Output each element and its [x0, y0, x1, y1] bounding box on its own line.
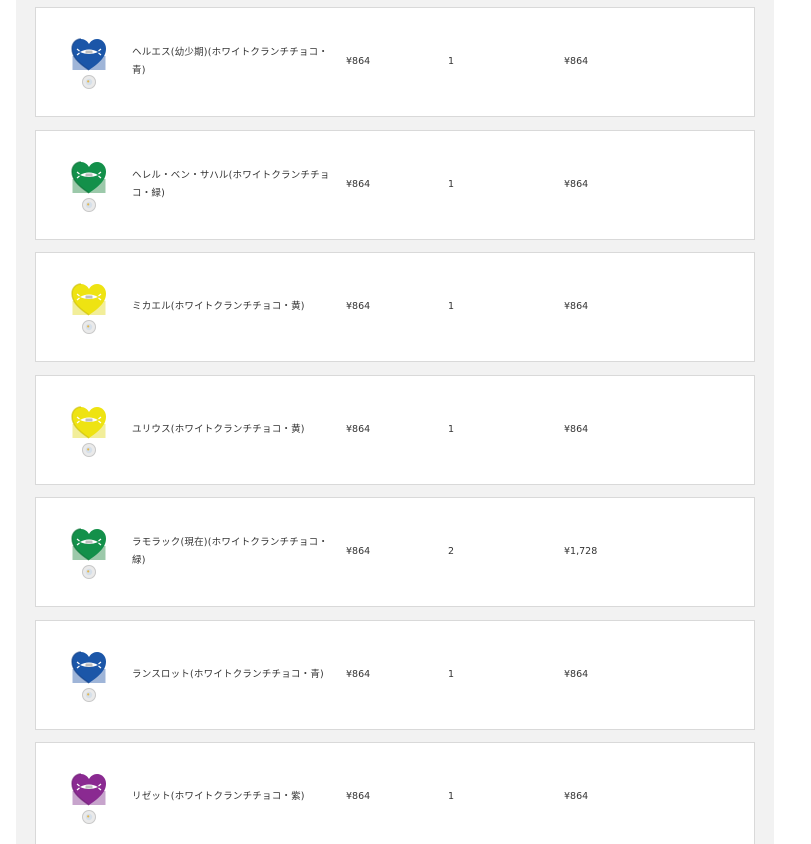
product-thumbnail[interactable] [71, 405, 107, 458]
unit-price: ¥864 [346, 301, 371, 312]
product-thumbnail[interactable] [71, 283, 107, 335]
heart-chocolate-icon [71, 160, 106, 212]
product-thumbnail[interactable] [71, 773, 107, 825]
unit-price: ¥864 [346, 56, 371, 67]
unit-price: ¥864 [346, 178, 371, 190]
cart-item: ヘルエス(幼少期)(ホワイトクランチチョコ・青) ¥864 1 ¥864 [35, 7, 755, 117]
product-name[interactable]: ユリウス(ホワイトクランチチョコ・黄) [132, 421, 336, 439]
product-name[interactable]: ヘレル・ベン・サハル(ホワイトクランチチョコ・緑) [132, 167, 336, 203]
product-name[interactable]: ミカエル(ホワイトクランチチョコ・黄) [132, 298, 336, 316]
cart-item: ミカエル(ホワイトクランチチョコ・黄) ¥864 1 ¥864 [35, 252, 755, 362]
cart-item: ラモラック(現在)(ホワイトクランチチョコ・緑) ¥864 2 ¥1,728 [35, 497, 755, 607]
line-subtotal: ¥864 [564, 423, 589, 435]
cart-item: ヘレル・ベン・サハル(ホワイトクランチチョコ・緑) ¥864 1 ¥864 [35, 129, 755, 240]
product-name[interactable]: ヘルエス(幼少期)(ホワイトクランチチョコ・青) [132, 44, 336, 80]
line-subtotal: ¥864 [564, 56, 589, 67]
quantity: 1 [448, 423, 455, 435]
cart-item: ユリウス(ホワイトクランチチョコ・黄) ¥864 1 ¥864 [35, 374, 755, 485]
line-subtotal: ¥864 [564, 668, 589, 680]
product-name[interactable]: ラモラック(現在)(ホワイトクランチチョコ・緑) [132, 534, 336, 570]
unit-price: ¥864 [346, 668, 371, 680]
heart-chocolate-icon [71, 283, 106, 334]
product-thumbnail[interactable] [71, 160, 107, 213]
quantity: 1 [448, 56, 455, 67]
product-thumbnail[interactable] [71, 650, 107, 703]
line-subtotal: ¥864 [564, 301, 589, 312]
quantity: 2 [448, 546, 455, 557]
heart-chocolate-icon [71, 405, 106, 457]
unit-price: ¥864 [346, 546, 371, 557]
quantity: 1 [448, 301, 455, 312]
heart-chocolate-icon [71, 773, 106, 824]
product-thumbnail[interactable] [71, 528, 107, 580]
unit-price: ¥864 [346, 423, 371, 435]
quantity: 1 [448, 178, 455, 190]
cart-item-list: ヘルエス(幼少期)(ホワイトクランチチョコ・青) ¥864 1 ¥864 ヘレル… [35, 7, 755, 844]
product-name[interactable]: リゼット(ホワイトクランチチョコ・紫) [132, 788, 336, 806]
heart-chocolate-icon [71, 38, 106, 89]
product-thumbnail[interactable] [71, 38, 107, 90]
line-subtotal: ¥864 [564, 178, 589, 190]
product-name[interactable]: ランスロット(ホワイトクランチチョコ・青) [132, 666, 336, 684]
quantity: 1 [448, 668, 455, 680]
heart-chocolate-icon [71, 528, 106, 579]
unit-price: ¥864 [346, 791, 371, 802]
cart-panel: ヘルエス(幼少期)(ホワイトクランチチョコ・青) ¥864 1 ¥864 ヘレル… [16, 0, 774, 844]
line-subtotal: ¥1,728 [564, 546, 598, 557]
cart-item: ランスロット(ホワイトクランチチョコ・青) ¥864 1 ¥864 [35, 619, 755, 730]
quantity: 1 [448, 791, 455, 802]
line-subtotal: ¥864 [564, 791, 589, 802]
cart-item: リゼット(ホワイトクランチチョコ・紫) ¥864 1 ¥864 [35, 742, 755, 844]
heart-chocolate-icon [71, 650, 106, 702]
